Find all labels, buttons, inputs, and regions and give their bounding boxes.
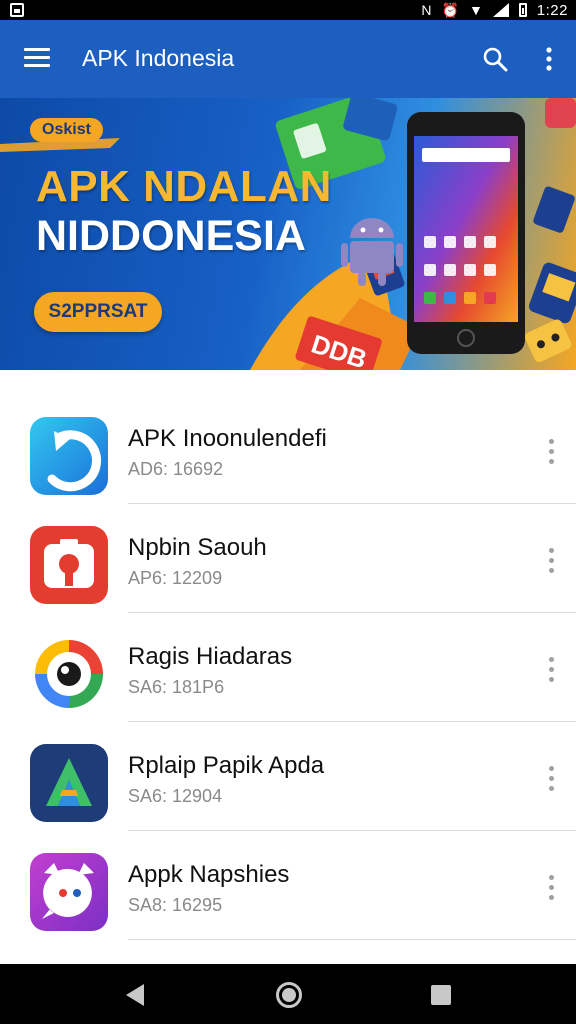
divider <box>128 939 576 940</box>
app-name: Rplaip Papik Apda <box>128 752 325 779</box>
recents-square-icon[interactable] <box>431 985 451 1005</box>
app-name: APK Inoonulendefi <box>128 425 327 452</box>
app-size: SA6: 181P6 <box>128 677 225 697</box>
promo-banner[interactable]: DDB Oskist APK NDALAN NIDDONESIA S2PPRSA… <box>0 98 576 370</box>
item-more-icon[interactable] <box>542 873 562 903</box>
alarm-icon: ⏰ <box>441 2 459 18</box>
app-size: SA8: 16295 <box>128 895 223 915</box>
item-more-icon[interactable] <box>542 437 562 467</box>
banner-cta-button[interactable]: S2PPRSAT <box>34 292 162 332</box>
list-item[interactable]: Npbin Saouh AP6: 12209 <box>0 504 576 613</box>
status-icons: N ⏰ ▼ 1:22 <box>421 0 568 20</box>
app-title: APK Indonesia <box>82 45 235 71</box>
battery-icon <box>518 3 527 17</box>
home-circle-icon[interactable] <box>276 982 302 1008</box>
item-more-icon[interactable] <box>542 655 562 685</box>
status-time: 1:22 <box>536 1 568 19</box>
back-triangle-icon[interactable] <box>126 984 144 1006</box>
lens-app-icon <box>30 635 108 713</box>
banner-badge: Oskist <box>30 118 103 142</box>
nfc-icon: N <box>421 2 432 18</box>
wifi-icon: ▼ <box>468 2 483 18</box>
signal-icon <box>492 3 509 17</box>
camera-app-icon <box>30 526 108 604</box>
app-name: Ragis Hiadaras <box>128 643 293 670</box>
search-icon[interactable] <box>482 46 508 72</box>
item-more-icon[interactable] <box>542 764 562 794</box>
arrow-app-icon <box>30 417 108 495</box>
item-more-icon[interactable] <box>542 546 562 576</box>
list-item[interactable]: APK Inoonulendefi AD6: 16692 <box>0 395 576 504</box>
navigation-bar <box>0 964 576 1024</box>
app-name: Npbin Saouh <box>128 534 267 561</box>
list-item[interactable]: Appk Napshies SA8: 16295 <box>0 831 576 940</box>
app-size: AD6: 16692 <box>128 459 224 479</box>
list-item[interactable]: Rplaip Papik Apda SA6: 12904 <box>0 722 576 831</box>
app-size: AP6: 12209 <box>128 568 223 588</box>
app-name: Appk Napshies <box>128 861 290 888</box>
hamburger-menu-icon[interactable] <box>24 48 50 68</box>
status-bar: N ⏰ ▼ 1:22 <box>0 0 576 20</box>
chat-app-icon <box>30 853 108 931</box>
letter-a-app-icon <box>30 744 108 822</box>
banner-title-line2: NIDDONESIA <box>36 212 306 260</box>
banner-title-line1: APK NDALAN <box>36 162 332 211</box>
screenshot-icon <box>10 3 24 17</box>
app-list: APK Inoonulendefi AD6: 16692 Npbin Saouh… <box>0 370 576 964</box>
app-size: SA6: 12904 <box>128 786 223 806</box>
more-vertical-icon[interactable] <box>538 46 560 72</box>
app-bar: APK Indonesia <box>0 20 576 98</box>
list-item[interactable]: Ragis Hiadaras SA6: 181P6 <box>0 613 576 722</box>
